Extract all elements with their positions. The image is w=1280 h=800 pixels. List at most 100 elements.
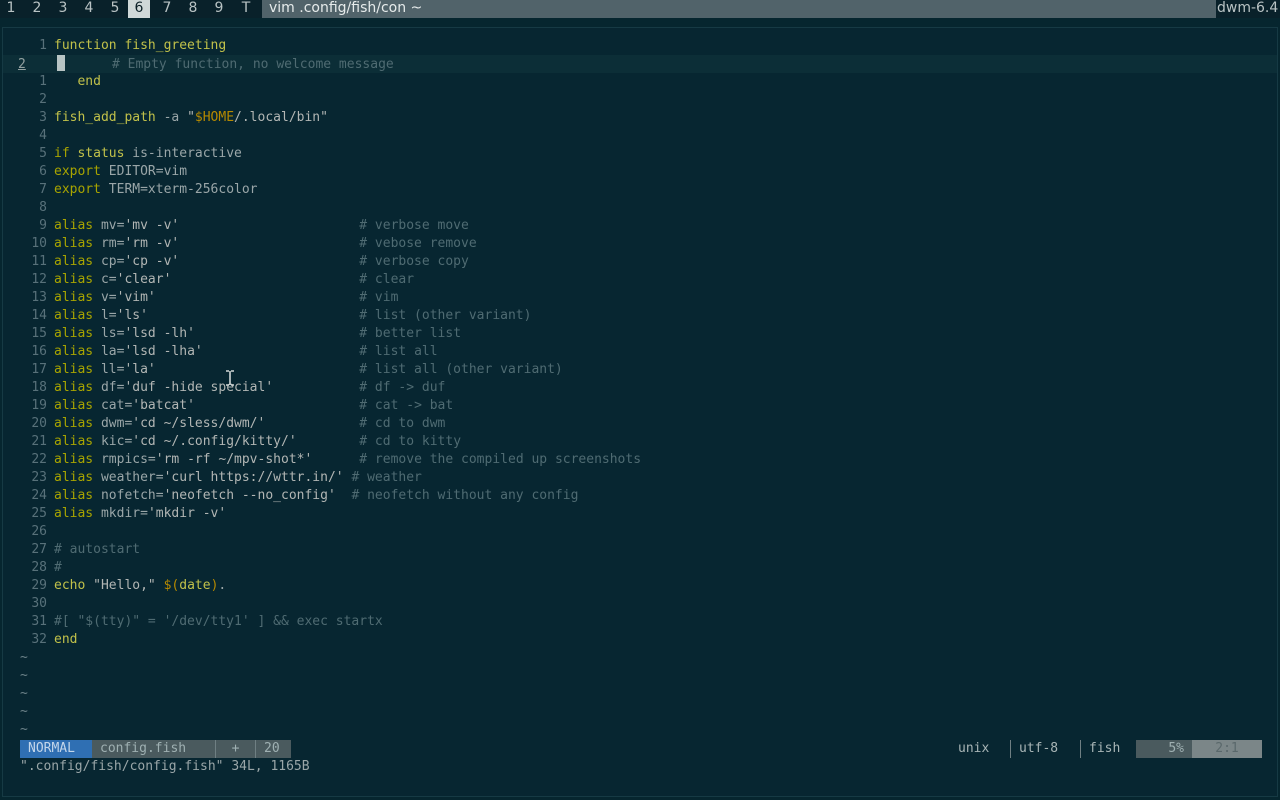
workspace-tag-8[interactable]: 8 <box>182 0 204 18</box>
editor-buffer[interactable]: 1 function fish_greeting 2 # Empty functio… <box>3 37 1277 739</box>
editor-line[interactable]: 18 alias df='duf -hide special' # df -> d… <box>3 379 1277 397</box>
editor-line[interactable]: 11 alias cp='cp -v' # verbose copy <box>3 253 1277 271</box>
code-token: # list all (other variant) <box>359 362 563 377</box>
code-token: function fish_greeting <box>54 38 227 53</box>
code-token: rmpics= <box>93 452 156 467</box>
code-token: 'curl https://wttr.in/' <box>163 470 344 485</box>
code-token: 'cp -v' <box>124 254 180 269</box>
code-token: # cd to dwm <box>359 416 446 431</box>
window-title: vim .config/fish/con ~ <box>262 0 1216 18</box>
code-token: 'duf -hide special' <box>124 380 274 395</box>
code-token: echo <box>54 578 86 593</box>
editor-line[interactable]: 1 end <box>3 73 1277 91</box>
editor-line[interactable]: 16 alias la='lsd -lha' # list all <box>3 343 1277 361</box>
line-number: 30 <box>31 596 47 611</box>
editor-line[interactable]: 13 alias v='vim' # vim <box>3 289 1277 307</box>
workspace-tag-6[interactable]: 6 <box>128 0 150 18</box>
code-token: cat= <box>93 398 133 413</box>
editor-line[interactable]: 2 # Empty function, no welcome message <box>3 55 1277 73</box>
code-token: mv= <box>93 218 125 233</box>
line-number: 22 <box>31 452 47 467</box>
code-token: weather= <box>93 470 164 485</box>
code-token: alias <box>54 290 94 305</box>
editor-line[interactable]: 22 alias rmpics='rm -rf ~/mpv-shot*' # re… <box>3 451 1277 469</box>
line-number: 23 <box>31 470 47 485</box>
workspace-tag-3[interactable]: 3 <box>52 0 74 18</box>
editor-line[interactable]: 31 #[ "$(tty)" = '/dev/tty1' ] && exec st… <box>3 613 1277 631</box>
editor-line[interactable]: 1 function fish_greeting <box>3 37 1277 55</box>
editor-line[interactable]: 20 alias dwm='cd ~/sless/dwm/' # cd to dw… <box>3 415 1277 433</box>
scroll-percent: 5% <box>1136 740 1192 758</box>
editor-line[interactable]: 5 if status is-interactive <box>3 145 1277 163</box>
code-token: 'mv -v' <box>124 218 180 233</box>
code-token: 'rm -v' <box>124 236 180 251</box>
code-token: status <box>77 146 125 161</box>
editor-line[interactable]: 8 <box>3 199 1277 217</box>
line-number: 4 <box>39 128 47 143</box>
line-number: 25 <box>31 506 47 521</box>
editor-line[interactable]: 27 # autostart <box>3 541 1277 559</box>
code-token: alias <box>54 308 94 323</box>
editor-line[interactable]: 10 alias rm='rm -v' # vebose remove <box>3 235 1277 253</box>
editor-line[interactable]: 23 alias weather='curl https://wttr.in/' … <box>3 469 1277 487</box>
vim-editor-window[interactable]: 1 function fish_greeting 2 # Empty functio… <box>2 27 1278 797</box>
workspace-tag-4[interactable]: 4 <box>78 0 100 18</box>
line-number: 9 <box>39 218 47 233</box>
workspace-tag-5[interactable]: 5 <box>104 0 126 18</box>
workspace-tag-9[interactable]: 9 <box>208 0 230 18</box>
editor-line[interactable]: 14 alias l='ls' # list (other variant) <box>3 307 1277 325</box>
line-number: 26 <box>31 524 47 539</box>
editor-line[interactable]: 6 export EDITOR=vim <box>3 163 1277 181</box>
editor-line[interactable]: 28 # <box>3 559 1277 577</box>
code-token: alias <box>54 470 94 485</box>
editor-line[interactable]: 9 alias mv='mv -v' # verbose move <box>3 217 1277 235</box>
command-line[interactable]: ".config/fish/config.fish" 34L, 1165B <box>20 758 310 776</box>
workspace-tag-T[interactable]: T <box>235 0 257 18</box>
code-token: alias <box>54 362 94 377</box>
line-number: 6 <box>39 164 47 179</box>
line-number: 14 <box>31 308 47 323</box>
code-token: alias <box>54 254 94 269</box>
editor-line[interactable]: 2 <box>3 91 1277 109</box>
code-token: 'lsd -lh' <box>124 326 195 341</box>
editor-line[interactable]: 19 alias cat='batcat' # cat -> bat <box>3 397 1277 415</box>
code-token: $HOME <box>194 110 235 125</box>
editor-line[interactable]: 26 <box>3 523 1277 541</box>
editor-line[interactable]: 25 alias mkdir='mkdir -v' <box>3 505 1277 523</box>
editor-line[interactable]: 12 alias c='clear' # clear <box>3 271 1277 289</box>
editor-line[interactable]: 32 end <box>3 631 1277 649</box>
editor-line[interactable]: 7 export TERM=xterm-256color <box>3 181 1277 199</box>
editor-line[interactable]: 21 alias kic='cd ~/.config/kitty/' # cd t… <box>3 433 1277 451</box>
workspace-tag-2[interactable]: 2 <box>26 0 48 18</box>
editor-line[interactable]: 3 fish_add_path -a "$HOME/.local/bin" <box>3 109 1277 127</box>
code-token: v= <box>93 290 117 305</box>
code-token: 'cd ~/.config/kitty/' <box>132 434 297 449</box>
empty-line-marker: ~ <box>20 668 28 683</box>
editor-line[interactable]: 24 alias nofetch='neofetch --no_config' #… <box>3 487 1277 505</box>
code-token: alias <box>54 452 94 467</box>
editor-line[interactable]: 15 alias ls='lsd -lh' # better list <box>3 325 1277 343</box>
filetype-indicator: fish <box>1080 740 1128 758</box>
vim-statusline: NORMAL config.fish + 20 unix utf-8 fish … <box>20 740 1262 758</box>
editor-line[interactable]: 4 <box>3 127 1277 145</box>
code-token: date <box>179 578 211 593</box>
editor-line[interactable]: 29 echo "Hello," $(date). <box>3 577 1277 595</box>
empty-line-marker: ~ <box>20 686 28 701</box>
code-token: # weather <box>351 470 422 485</box>
workspace-tag-1[interactable]: 1 <box>0 0 22 18</box>
editor-line[interactable]: 17 alias ll='la' # list all (other varian… <box>3 361 1277 379</box>
code-token: 'rm -rf ~/mpv-shot*' <box>155 452 313 467</box>
workspace-tag-7[interactable]: 7 <box>156 0 178 18</box>
code-token: # Empty function, no welcome message <box>65 57 394 72</box>
code-token: # verbose copy <box>359 254 469 269</box>
line-number: 1 <box>39 74 47 89</box>
code-token: # vim <box>359 290 399 305</box>
editor-line[interactable]: 30 <box>3 595 1277 613</box>
